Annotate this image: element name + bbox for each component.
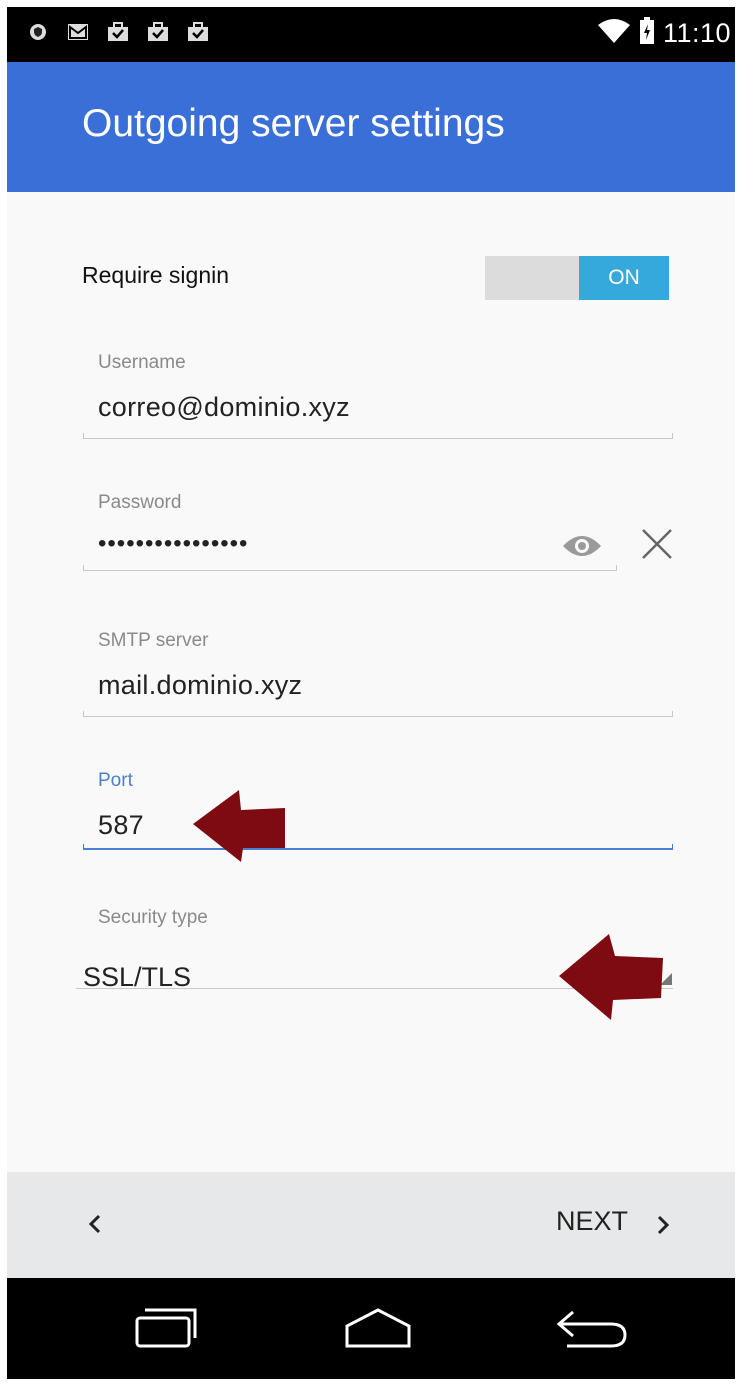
smtp-server-input[interactable]: mail.dominio.xyz (98, 670, 302, 701)
security-annotation-arrow (559, 934, 663, 1020)
chevron-right-icon[interactable] (654, 1212, 672, 1238)
screen-frame: 11:10 Outgoing server settings Require s… (0, 0, 741, 1385)
recent-apps-icon[interactable] (133, 1306, 199, 1355)
app-bar: Outgoing server settings (7, 62, 735, 192)
gmail-icon (67, 21, 89, 43)
port-underline (83, 844, 673, 850)
require-signin-toggle[interactable]: ON (485, 256, 669, 300)
wizard-nav-bar: NEXT (7, 1172, 735, 1278)
username-label: Username (98, 352, 186, 373)
settings-form: Require signin ON Username correo@domini… (7, 192, 735, 1172)
frame-border (0, 0, 7, 1385)
security-type-label: Security type (98, 907, 208, 928)
password-input[interactable]: •••••••••••••••• (98, 530, 248, 558)
password-label: Password (98, 492, 182, 513)
briefcase-check-icon (147, 21, 169, 43)
notification-icons (27, 21, 209, 43)
port-input[interactable]: 587 (98, 810, 144, 841)
username-field[interactable]: Username correo@dominio.xyz (83, 352, 673, 442)
port-label: Port (98, 770, 133, 791)
status-bar: 11:10 (7, 7, 735, 62)
password-underline (83, 565, 617, 571)
clock-time: 11:10 (662, 18, 731, 48)
briefcase-check-icon (187, 21, 209, 43)
home-icon[interactable] (343, 1306, 413, 1355)
smtp-server-underline (83, 711, 673, 717)
page-title: Outgoing server settings (82, 102, 505, 145)
clear-password-icon[interactable] (639, 526, 675, 562)
smtp-server-label: SMTP server (98, 630, 209, 651)
toggle-on-state: ON (579, 256, 669, 300)
port-field[interactable]: Port 587 (83, 770, 673, 860)
status-right: 11:10 (597, 17, 731, 50)
smtp-server-field[interactable]: SMTP server mail.dominio.xyz (83, 630, 673, 720)
battery-icon (639, 17, 655, 50)
shield-icon (27, 21, 49, 43)
show-password-icon[interactable] (561, 532, 603, 560)
username-input[interactable]: correo@dominio.xyz (98, 392, 350, 423)
system-navigation-bar (7, 1278, 735, 1379)
back-icon[interactable] (553, 1306, 629, 1355)
next-button[interactable]: NEXT (556, 1206, 628, 1237)
port-annotation-arrow (193, 790, 285, 862)
username-underline (83, 433, 673, 439)
previous-button[interactable] (85, 1210, 105, 1238)
wifi-icon (597, 17, 631, 50)
require-signin-label: Require signin (82, 262, 230, 288)
briefcase-check-icon (107, 21, 129, 43)
password-field[interactable]: Password •••••••••••••••• (83, 492, 673, 582)
